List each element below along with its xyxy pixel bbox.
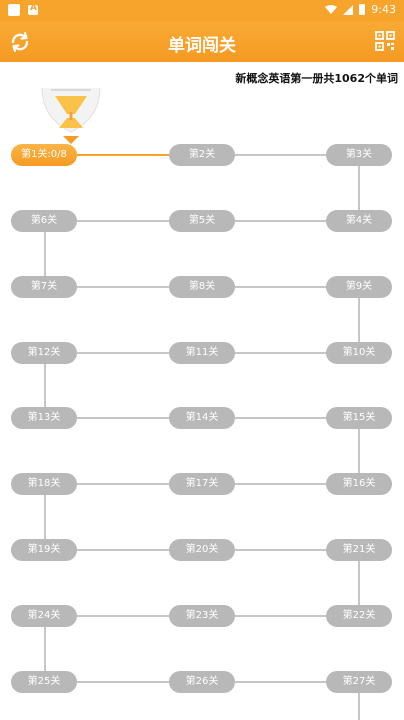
level-button-11[interactable]: 第11关 [169,342,235,364]
level-button-19[interactable]: 第19关 [11,539,77,561]
level-button-8[interactable]: 第8关 [169,276,235,298]
level-button-23[interactable]: 第23关 [169,605,235,627]
level-button-25[interactable]: 第25关 [11,671,77,693]
level-button-12[interactable]: 第12关 [11,342,77,364]
hourglass-icon [41,88,101,144]
level-button-2[interactable]: 第2关 [169,144,235,166]
level-button-9[interactable]: 第9关 [326,276,392,298]
level-button-21[interactable]: 第21关 [326,539,392,561]
level-connectors [44,154,360,720]
level-button-15[interactable]: 第15关 [326,407,392,429]
level-button-20[interactable]: 第20关 [169,539,235,561]
level-button-14[interactable]: 第14关 [169,407,235,429]
level-button-7[interactable]: 第7关 [11,276,77,298]
level-button-10[interactable]: 第10关 [326,342,392,364]
level-button-27[interactable]: 第27关 [326,671,392,693]
level-button-26[interactable]: 第26关 [169,671,235,693]
level-button-22[interactable]: 第22关 [326,605,392,627]
level-button-16[interactable]: 第16关 [326,473,392,495]
level-button-5[interactable]: 第5关 [169,210,235,232]
level-button-6[interactable]: 第6关 [11,210,77,232]
level-button-13[interactable]: 第13关 [11,407,77,429]
level-button-3[interactable]: 第3关 [326,144,392,166]
level-button-18[interactable]: 第18关 [11,473,77,495]
level-button-1[interactable]: 第1关:0/8 [11,144,77,166]
level-button-24[interactable]: 第24关 [11,605,77,627]
level-button-17[interactable]: 第17关 [169,473,235,495]
level-button-4[interactable]: 第4关 [326,210,392,232]
